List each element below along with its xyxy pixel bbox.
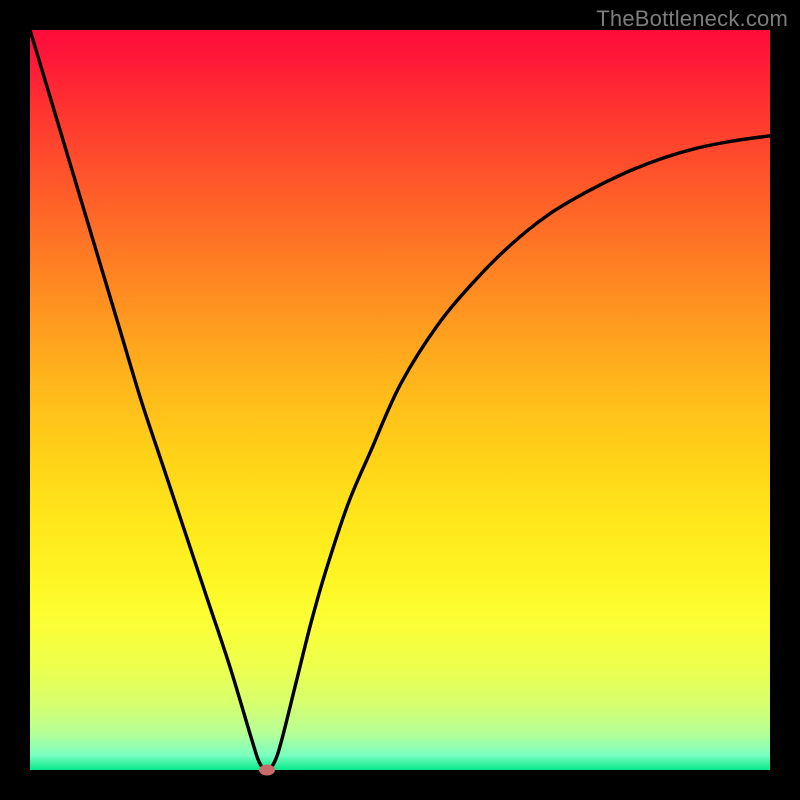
plot-area: [30, 30, 770, 770]
chart-frame: TheBottleneck.com: [0, 0, 800, 800]
bottleneck-curve: [30, 30, 770, 770]
watermark-text: TheBottleneck.com: [596, 6, 788, 32]
optimum-marker: [259, 765, 275, 776]
